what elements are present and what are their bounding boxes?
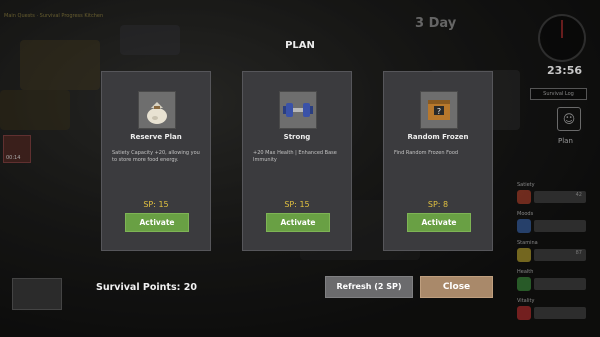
- minimap-box: [12, 278, 62, 310]
- card-name: Random Frozen: [407, 133, 469, 141]
- card-description: Satiety Capacity +20, allowing you to st…: [112, 150, 200, 163]
- quest-text: Main Quests · Survival Progress Kitchen: [4, 13, 104, 19]
- stat-bar: [534, 307, 586, 319]
- survival-log-button[interactable]: Survival Log: [530, 88, 587, 100]
- crate-icon: ?: [420, 91, 458, 129]
- moods-icon: [517, 219, 531, 233]
- stat-label: Stamina: [517, 240, 538, 246]
- refresh-button[interactable]: Refresh (2 SP): [325, 276, 413, 298]
- stamina-icon: [517, 248, 531, 262]
- vitality-icon: [517, 306, 531, 320]
- stat-value: 87: [575, 250, 582, 256]
- person-icon: ☺: [562, 112, 576, 126]
- plan-side-label: Plan: [558, 137, 573, 145]
- satiety-icon: [517, 190, 531, 204]
- plan-side-button[interactable]: ☺: [557, 107, 581, 131]
- card-sp-cost: SP: 8: [427, 200, 449, 209]
- plan-title: PLAN: [285, 40, 315, 51]
- stat-stamina: Stamina 87: [517, 240, 589, 262]
- stat-label: Vitality: [517, 298, 535, 304]
- left-thumb-label: 00:14: [6, 155, 21, 161]
- card-description: +20 Max Health | Enhanced Base Immunity: [253, 150, 337, 163]
- health-icon: [517, 277, 531, 291]
- card-sp-cost: SP: 15: [143, 200, 169, 209]
- card-name: Strong: [283, 133, 311, 141]
- stat-bar: 42: [534, 191, 586, 203]
- stat-vitality: Vitality: [517, 298, 589, 320]
- activate-button-strong[interactable]: Activate: [266, 213, 330, 232]
- card-name: Reserve Plan: [130, 133, 182, 141]
- stat-moods: Moods: [517, 211, 589, 233]
- activate-button-random-frozen[interactable]: Activate: [407, 213, 471, 232]
- left-thumbnail[interactable]: 00:14: [3, 135, 31, 163]
- time-display: 23:56: [547, 64, 583, 77]
- plan-card-random-frozen: ? Random Frozen Find Random Frozen Food …: [383, 71, 493, 251]
- stat-value: 42: [575, 192, 582, 198]
- day-counter: 3 Day: [415, 16, 457, 31]
- stat-label: Satiety: [517, 182, 535, 188]
- card-sp-cost: SP: 15: [284, 200, 310, 209]
- stat-bar: [534, 220, 586, 232]
- stat-label: Moods: [517, 211, 534, 217]
- game-screen: Main Quests · Survival Progress Kitchen …: [0, 0, 600, 337]
- card-description: Find Random Frozen Food: [394, 150, 459, 156]
- stat-bar: [534, 278, 586, 290]
- plan-card-strong: Strong +20 Max Health | Enhanced Base Im…: [242, 71, 352, 251]
- dumbbell-icon: [279, 91, 317, 129]
- svg-text:?: ?: [437, 107, 441, 116]
- stat-bar: 87: [534, 249, 586, 261]
- stat-health: Health: [517, 269, 589, 291]
- plan-card-reserve: Reserve Plan Satiety Capacity +20, allow…: [101, 71, 211, 251]
- clock-icon: [538, 14, 586, 62]
- bag-icon: [138, 91, 176, 129]
- close-button[interactable]: Close: [420, 276, 493, 298]
- survival-points: Survival Points: 20: [96, 282, 197, 293]
- stat-satiety: Satiety 42: [517, 182, 589, 204]
- stat-label: Health: [517, 269, 534, 275]
- activate-button-reserve[interactable]: Activate: [125, 213, 189, 232]
